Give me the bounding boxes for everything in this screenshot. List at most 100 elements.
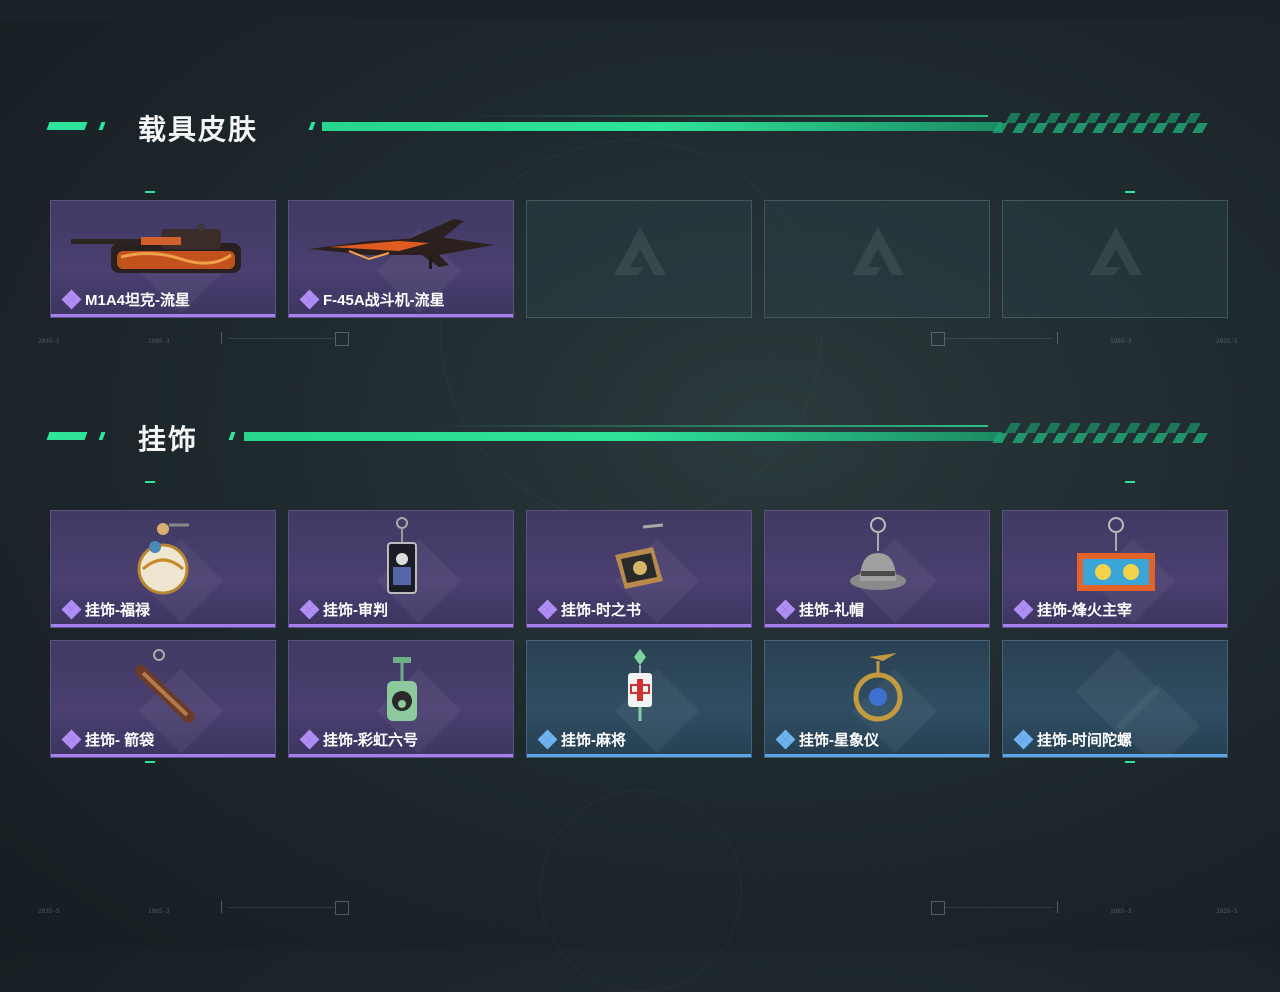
- item-name: 挂饰-星象仪: [799, 732, 879, 749]
- rarity-underline: [289, 754, 513, 757]
- rarity-purple-icon: [61, 729, 82, 749]
- vehicle-skin-card[interactable]: M1A4坦克-流星: [50, 200, 276, 318]
- charm-card[interactable]: 挂饰-彩虹六号: [288, 640, 514, 758]
- item-name: 挂饰-彩虹六号: [323, 732, 418, 749]
- header-thin-line: [428, 425, 988, 427]
- mahjong-charm-icon: [628, 649, 652, 721]
- rarity-underline: [51, 754, 275, 757]
- section-header-charms: 挂饰: [46, 422, 1211, 455]
- charm-card[interactable]: 挂饰- 箭袋: [50, 640, 276, 758]
- corner-tick: [1125, 761, 1135, 763]
- header-checker-pattern: [995, 423, 1211, 433]
- card-label: 挂饰- 箭袋: [61, 729, 155, 750]
- book-charm-icon: [615, 523, 664, 589]
- bg-ring-decoration: [540, 790, 742, 992]
- rarity-underline: [1003, 754, 1227, 757]
- charm-card[interactable]: 挂饰-烽火主宰: [1002, 510, 1228, 628]
- charm-card[interactable]: 挂饰-时间陀螺: [1002, 640, 1228, 758]
- charm-card[interactable]: 挂饰-审判: [288, 510, 514, 628]
- empty-slot-logo-icon: [614, 227, 666, 275]
- charm-card[interactable]: 挂饰-礼帽: [764, 510, 990, 628]
- top-bar: [0, 0, 1280, 20]
- rarity-purple-icon: [61, 289, 82, 309]
- item-name: 挂饰- 箭袋: [85, 732, 155, 749]
- card-label: F-45A战斗机-流星: [299, 289, 445, 310]
- six-charm-icon: [387, 657, 417, 721]
- item-name: 挂饰-烽火主宰: [1037, 602, 1132, 619]
- header-checker-pattern: [995, 113, 1211, 123]
- card-label: 挂饰-星象仪: [775, 729, 879, 750]
- empty-slot-card[interactable]: [526, 200, 752, 318]
- tank-icon: [71, 223, 241, 273]
- header-accent-dash: [98, 122, 106, 130]
- rarity-underline: [527, 754, 751, 757]
- rarity-underline: [765, 624, 989, 627]
- rarity-purple-icon: [61, 599, 82, 619]
- charm-card[interactable]: 挂饰-福禄: [50, 510, 276, 628]
- item-name: 挂饰-麻将: [561, 732, 626, 749]
- card-label: 挂饰-福禄: [61, 599, 150, 620]
- rarity-purple-icon: [1013, 599, 1034, 619]
- corner-tick: [145, 481, 155, 483]
- header-accent-bar: [244, 432, 1002, 441]
- empty-slot-card[interactable]: [764, 200, 990, 318]
- astrolabe-charm-icon: [853, 653, 903, 722]
- quiver-charm-icon: [135, 649, 195, 723]
- item-name: 挂饰-时间陀螺: [1037, 732, 1132, 749]
- empty-slot-logo-icon: [1090, 227, 1142, 275]
- rarity-purple-icon: [299, 599, 320, 619]
- empty-slot-card[interactable]: [1002, 200, 1228, 318]
- container-charm-icon: [1077, 517, 1155, 591]
- rarity-underline: [51, 314, 275, 317]
- card-label: M1A4坦克-流星: [61, 289, 191, 310]
- rarity-purple-icon: [775, 599, 796, 619]
- header-accent-dash: [46, 122, 88, 130]
- item-name: 挂饰-时之书: [561, 602, 641, 619]
- empty-slot-logo-icon: [852, 227, 904, 275]
- rarity-blue-icon: [775, 729, 796, 749]
- item-name: 挂饰-审判: [323, 602, 388, 619]
- rarity-purple-icon: [537, 599, 558, 619]
- header-accent-dash: [98, 432, 106, 440]
- corner-tick: [145, 761, 155, 763]
- item-name: 挂饰-礼帽: [799, 602, 864, 619]
- charm-card[interactable]: 挂饰-麻将: [526, 640, 752, 758]
- header-accent-bar: [322, 122, 1002, 131]
- section-header-vehicle-skins: 载具皮肤: [46, 112, 1211, 145]
- rarity-underline: [1003, 624, 1227, 627]
- vehicle-skin-card[interactable]: F-45A战斗机-流星: [288, 200, 514, 318]
- header-bar-tick: [308, 122, 316, 130]
- rarity-underline: [51, 624, 275, 627]
- fighter-jet-icon: [309, 219, 494, 269]
- rarity-underline: [765, 754, 989, 757]
- item-name: 挂饰-福禄: [85, 602, 150, 619]
- header-accent-dash: [46, 432, 88, 440]
- card-charm-icon: [387, 517, 417, 594]
- card-label: 挂饰-时之书: [537, 599, 641, 620]
- rarity-underline: [289, 624, 513, 627]
- card-label: 挂饰-彩虹六号: [299, 729, 418, 750]
- gourd-charm-icon: [137, 523, 189, 595]
- card-label: 挂饰-麻将: [537, 729, 626, 750]
- section-title: 挂饰: [138, 424, 199, 455]
- card-label: 挂饰-时间陀螺: [1013, 729, 1132, 750]
- hat-charm-icon: [850, 517, 906, 590]
- card-label: 挂饰-审判: [299, 599, 388, 620]
- card-label: 挂饰-礼帽: [775, 599, 864, 620]
- charm-card[interactable]: 挂饰-星象仪: [764, 640, 990, 758]
- rarity-purple-icon: [299, 729, 320, 749]
- rarity-blue-icon: [537, 729, 558, 749]
- corner-tick: [1125, 191, 1135, 193]
- header-bar-tick: [228, 432, 236, 440]
- card-label: 挂饰-烽火主宰: [1013, 599, 1132, 620]
- rarity-blue-icon: [1013, 729, 1034, 749]
- rarity-underline: [289, 314, 513, 317]
- corner-tick: [145, 191, 155, 193]
- header-thin-line: [468, 115, 988, 117]
- charm-card[interactable]: 挂饰-时之书: [526, 510, 752, 628]
- item-name: M1A4坦克-流星: [85, 292, 191, 309]
- section-title: 载具皮肤: [138, 114, 259, 145]
- corner-tick: [1125, 481, 1135, 483]
- rarity-purple-icon: [299, 289, 320, 309]
- item-name: F-45A战斗机-流星: [323, 292, 445, 309]
